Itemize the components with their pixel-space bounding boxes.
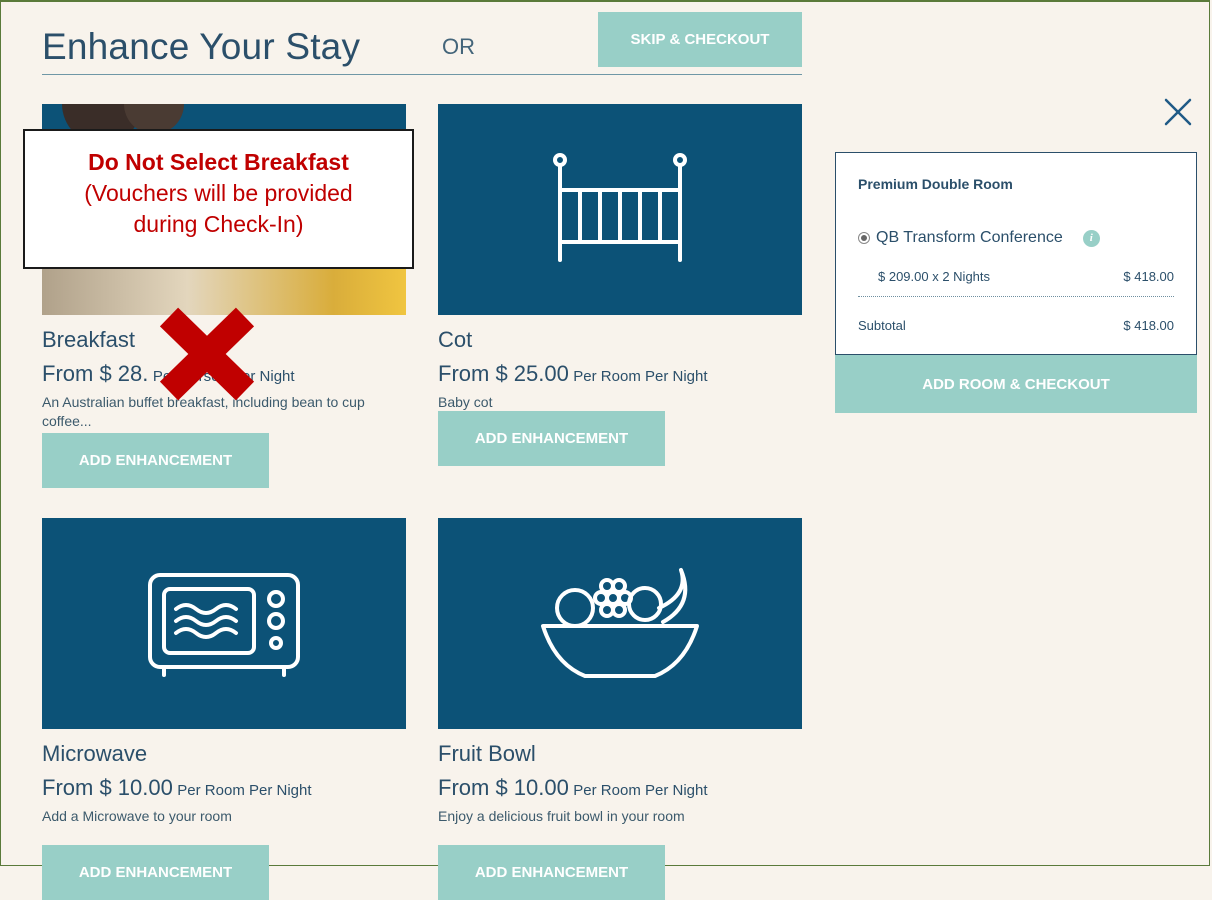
microwave-icon bbox=[148, 572, 300, 677]
page-header: Enhance Your Stay OR SKIP & CHECKOUT bbox=[42, 12, 802, 75]
enhancement-price: From $ 10.00 bbox=[42, 775, 173, 800]
enhancement-description: Add a Microwave to your room bbox=[42, 808, 232, 824]
or-label: OR bbox=[442, 34, 475, 59]
enhancement-price-line: From $ 10.00 Per Room Per Night bbox=[438, 775, 802, 803]
add-enhancement-button-fruit-bowl[interactable]: ADD ENHANCEMENT bbox=[438, 845, 665, 900]
summary-rate[interactable]: QB Transform Conference i bbox=[858, 229, 1100, 247]
enhancement-card-microwave: Microwave From $ 10.00 Per Room Per Nigh… bbox=[42, 518, 406, 900]
enhancement-description: Enjoy a delicious fruit bowl in your roo… bbox=[438, 808, 685, 824]
red-x-mark-icon bbox=[159, 307, 255, 401]
notice-line: (Vouchers will be provided bbox=[84, 180, 353, 206]
enhancement-per: Per Room Per Night bbox=[573, 368, 708, 385]
add-enhancement-button-microwave[interactable]: ADD ENHANCEMENT bbox=[42, 845, 269, 900]
enhancement-card-fruit-bowl: Fruit Bowl From $ 10.00 Per Room Per Nig… bbox=[438, 518, 802, 900]
info-icon[interactable]: i bbox=[1082, 229, 1100, 247]
fruit-bowl-tile bbox=[438, 518, 802, 729]
enhancement-price: From $ 10.00 bbox=[438, 775, 569, 800]
summary-nights: $ 209.00 x 2 Nights bbox=[878, 269, 991, 284]
enhancement-price-line: From $ 10.00 Per Room Per Night bbox=[42, 775, 406, 803]
notice-heading: Do Not Select Breakfast bbox=[88, 149, 349, 175]
enhancement-name: Cot bbox=[438, 327, 473, 352]
enhancement-card-cot: Cot From $ 25.00 Per Room Per Night Baby… bbox=[438, 104, 802, 466]
cot-icon bbox=[553, 152, 687, 262]
enhancement-price: From $ 28. bbox=[42, 361, 149, 386]
enhancement-name: Fruit Bowl bbox=[438, 741, 536, 766]
add-room-checkout-button[interactable]: ADD ROOM & CHECKOUT bbox=[835, 355, 1197, 413]
breakfast-notice: Do Not Select Breakfast (Vouchers will b… bbox=[23, 129, 414, 269]
close-icon[interactable] bbox=[1163, 97, 1193, 127]
skip-checkout-button[interactable]: SKIP & CHECKOUT bbox=[598, 12, 802, 67]
booking-summary: Premium Double Room QB Transform Confere… bbox=[835, 152, 1197, 355]
summary-nights-amount: $ 418.00 bbox=[1123, 269, 1174, 284]
rate-label: QB Transform Conference bbox=[876, 229, 1063, 246]
enhancement-price-line: From $ 25.00 Per Room Per Night bbox=[438, 361, 802, 389]
cot-tile bbox=[438, 104, 802, 315]
fruit-bowl-icon bbox=[541, 567, 699, 678]
enhancement-per: Per Room Per Night bbox=[177, 782, 312, 799]
rate-radio[interactable] bbox=[858, 232, 870, 244]
microwave-tile bbox=[42, 518, 406, 729]
notice-line: during Check-In) bbox=[133, 211, 304, 237]
summary-room-name: Premium Double Room bbox=[858, 176, 1013, 192]
add-enhancement-button-cot[interactable]: ADD ENHANCEMENT bbox=[438, 411, 665, 466]
enhancement-per: Per Room Per Night bbox=[573, 782, 708, 799]
summary-subtotal-label: Subtotal bbox=[858, 318, 906, 333]
summary-divider bbox=[858, 296, 1174, 297]
summary-subtotal-amount: $ 418.00 bbox=[1123, 318, 1174, 333]
enhancement-name: Microwave bbox=[42, 741, 148, 766]
page-title: Enhance Your Stay bbox=[42, 26, 361, 67]
enhancement-price: From $ 25.00 bbox=[438, 361, 569, 386]
add-enhancement-button-breakfast[interactable]: ADD ENHANCEMENT bbox=[42, 433, 269, 488]
